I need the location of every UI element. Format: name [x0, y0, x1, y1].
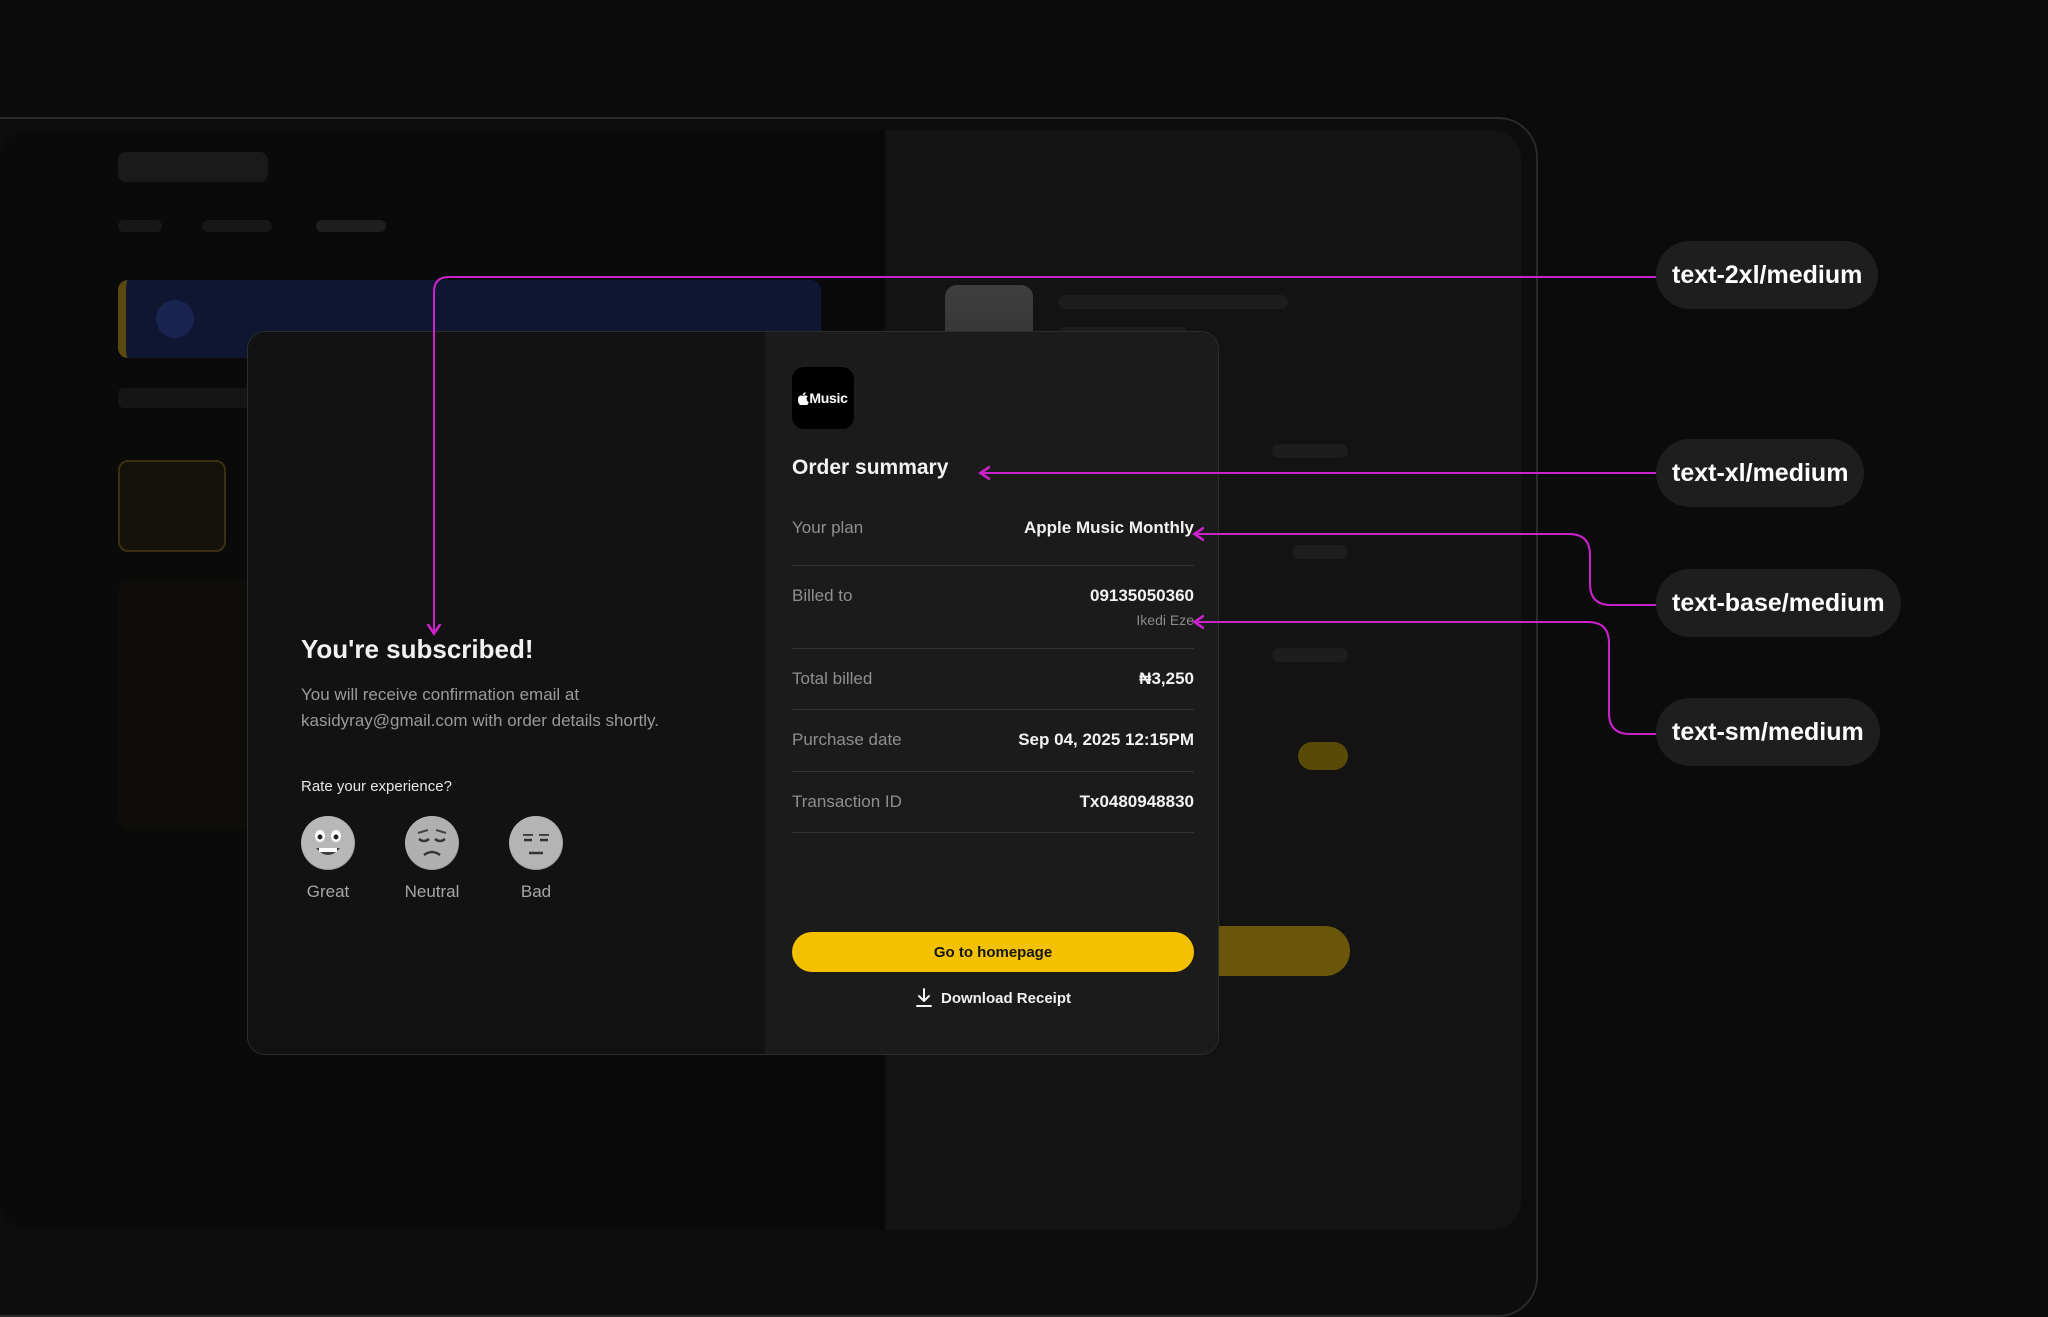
summary-label: Purchase date [792, 730, 902, 749]
download-receipt-button[interactable]: Download Receipt [792, 988, 1194, 1008]
summary-label: Transaction ID [792, 792, 902, 811]
order-summary-title: Order summary [792, 456, 949, 479]
summary-value: 09135050360 Ikedi Eze [1090, 586, 1194, 628]
apple-logo-icon [798, 391, 810, 405]
summary-value: Sep 04, 2025 12:15PM [1018, 730, 1194, 749]
summary-row-total: Total billed ₦3,250 [792, 649, 1194, 710]
rating-bad-button[interactable]: Bad [509, 816, 563, 902]
success-title: You're subscribed! [301, 634, 534, 664]
apple-music-logo: Music [792, 367, 854, 429]
summary-row-transaction-id: Transaction ID Tx0480948830 [792, 772, 1194, 833]
summary-value: ₦3,250 [1139, 669, 1194, 688]
rate-experience-label: Rate your experience? [301, 778, 452, 795]
summary-label: Total billed [792, 669, 873, 688]
annotation-text-2xl: text-2xl/medium [1656, 241, 1879, 309]
rating-neutral-button[interactable]: Neutral [405, 816, 459, 902]
download-icon [915, 988, 932, 1007]
app-logo-text: Music [809, 390, 848, 406]
rating-neutral-label: Neutral [404, 882, 460, 901]
billed-phone-number: 09135050360 [1089, 586, 1194, 605]
go-to-homepage-button[interactable]: Go to homepage [792, 932, 1194, 972]
background-breadcrumb [118, 220, 162, 232]
background-text-line [1292, 545, 1348, 559]
subscription-success-modal: You're subscribed! You will receive conf… [247, 331, 1219, 1055]
summary-value: Tx0480948830 [1079, 792, 1194, 811]
background-breadcrumb [202, 220, 272, 232]
order-summary-list: Your plan Apple Music Monthly Billed to … [792, 504, 1194, 833]
background-text-line [1058, 295, 1288, 309]
download-receipt-label: Download Receipt [940, 989, 1071, 1007]
background-text-line [1272, 648, 1348, 662]
relieved-face-icon [405, 816, 459, 870]
annotation-text-xl: text-xl/medium [1656, 439, 1865, 507]
confirmation-message: You will receive confirmation email at k… [301, 685, 660, 730]
background-toggle [1298, 742, 1348, 770]
summary-label: Billed to [792, 586, 853, 605]
background-text-line [1272, 444, 1348, 458]
modal-left-panel: You're subscribed! You will receive conf… [248, 332, 765, 1054]
rating-bad-label: Bad [520, 882, 552, 901]
summary-label: Your plan [792, 518, 864, 537]
order-summary-panel: Music Order summary Your plan Apple Musi… [765, 332, 1218, 1054]
summary-row-purchase-date: Purchase date Sep 04, 2025 12:15PM [792, 710, 1194, 772]
background-banner-icon [156, 300, 194, 338]
summary-row-billed-to: Billed to 09135050360 Ikedi Eze [792, 566, 1194, 649]
annotation-text-sm: text-sm/medium [1656, 698, 1880, 766]
billed-customer-name: Ikedi Eze [1136, 612, 1194, 628]
rating-options: Great Neutral Bad [301, 816, 563, 902]
summary-row-plan: Your plan Apple Music Monthly [792, 504, 1194, 566]
background-breadcrumb [316, 220, 386, 232]
neutral-face-icon [509, 816, 563, 870]
summary-value: Apple Music Monthly [1024, 518, 1194, 537]
background-logo [118, 152, 268, 182]
grinning-face-icon [301, 816, 355, 870]
background-option-tile [118, 460, 226, 552]
rating-great-button[interactable]: Great [301, 816, 355, 902]
annotation-text-base: text-base/medium [1656, 569, 1901, 637]
rating-great-label: Great [306, 882, 350, 901]
